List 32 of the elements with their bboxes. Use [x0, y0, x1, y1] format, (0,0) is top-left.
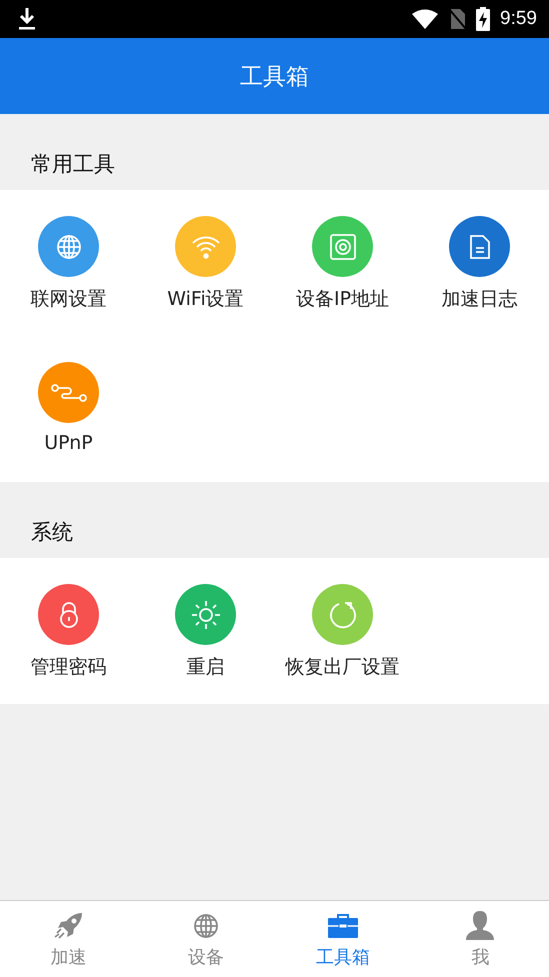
globe-icon: [56, 234, 82, 260]
tool-label[interactable]: 重启: [186, 654, 224, 680]
speaker-icon: [330, 234, 356, 260]
wifi-icon: [190, 234, 220, 258]
tool-label[interactable]: UPnP: [44, 432, 93, 454]
connector-icon: [50, 384, 86, 402]
rocket-icon: [54, 911, 84, 941]
section-title: 系统: [31, 519, 73, 546]
document-icon: [468, 234, 490, 260]
reset-icon: [328, 600, 356, 628]
toolbox-icon: [327, 913, 360, 939]
download-icon: [18, 7, 36, 31]
tool-label[interactable]: 管理密码: [30, 654, 106, 680]
nav-tab[interactable]: 设备: [137, 901, 274, 977]
nav-tab[interactable]: 工具箱: [274, 901, 412, 977]
tool-label[interactable]: WiFi设置: [167, 286, 244, 312]
tool-label[interactable]: 设备IP地址: [296, 286, 390, 312]
page-title: 工具箱: [240, 62, 309, 92]
nav-tab[interactable]: 我: [412, 901, 549, 977]
person-icon: [465, 910, 496, 942]
tool-label[interactable]: 联网设置: [30, 286, 106, 312]
tool-label[interactable]: 恢复出厂设置: [286, 654, 400, 680]
nav-tab[interactable]: 加速: [0, 901, 138, 977]
tool-label[interactable]: 加速日志: [442, 286, 518, 312]
no-sim-icon: [448, 8, 466, 30]
section-title: 常用工具: [31, 151, 115, 178]
lock-icon: [58, 600, 78, 628]
sun-icon: [190, 600, 220, 630]
globe-icon: [192, 913, 219, 939]
battery-icon: [476, 7, 490, 31]
wifi-icon: [412, 9, 438, 29]
clock-time: 9:59: [500, 8, 537, 30]
